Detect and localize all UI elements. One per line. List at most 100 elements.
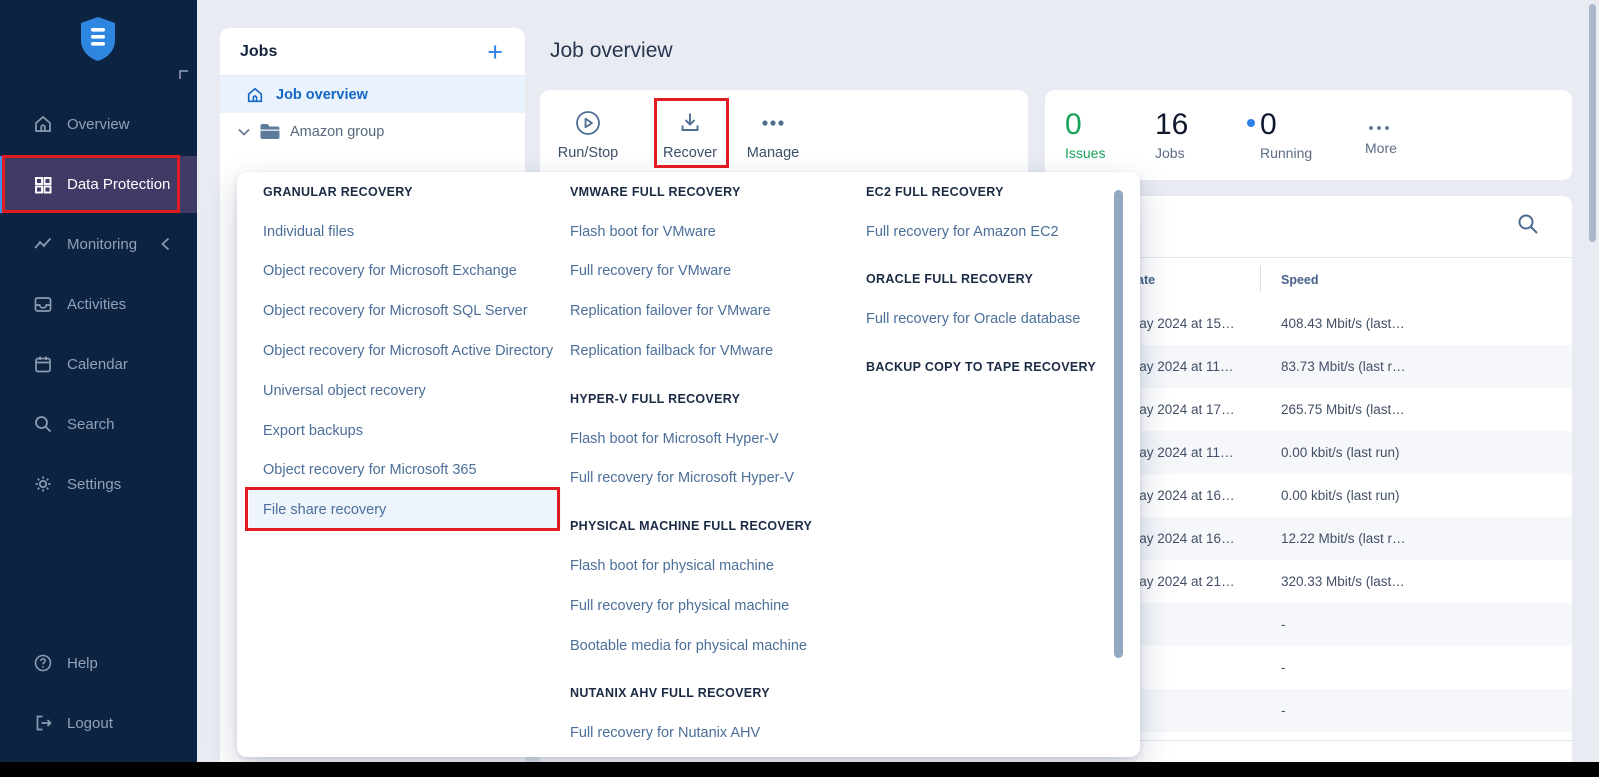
recover-menu-item[interactable]: Replication failback for VMware bbox=[570, 331, 862, 371]
recover-menu-item[interactable]: Object recovery for Microsoft SQL Server bbox=[263, 291, 565, 331]
cell-date: May 2024 at 17… bbox=[1128, 402, 1235, 417]
recover-menu-item[interactable]: Flash boot for Microsoft Hyper-V bbox=[570, 419, 862, 459]
recover-menu-item[interactable]: Individual files bbox=[263, 212, 565, 252]
sidebar-collapse-icon[interactable] bbox=[179, 70, 188, 79]
recover-menu-item[interactable]: Full recovery for VMware bbox=[570, 252, 862, 292]
recover-menu-column-granular: GRANULAR RECOVERYIndividual filesObject … bbox=[263, 172, 565, 530]
column-divider bbox=[1260, 266, 1261, 292]
sidebar-item-label: Logout bbox=[67, 715, 113, 732]
recover-menu-item[interactable]: Export backups bbox=[263, 411, 565, 451]
toolbar-card: Run/Stop Recover Manage bbox=[540, 90, 1028, 180]
running-status-dot bbox=[1247, 119, 1255, 127]
sidebar-item-monitoring[interactable]: Monitoring bbox=[0, 220, 197, 268]
cell-date: May 2024 at 21… bbox=[1128, 574, 1235, 589]
running-count: 0 bbox=[1260, 108, 1277, 141]
stat-more[interactable]: More bbox=[1365, 90, 1397, 180]
cell-speed: 0.00 kbit/s (last run) bbox=[1281, 445, 1400, 460]
chevron-down-icon[interactable] bbox=[238, 128, 250, 136]
shield-logo-icon bbox=[78, 16, 118, 62]
sidebar-item-label: Activities bbox=[67, 296, 126, 313]
recover-menu-item[interactable]: Full recovery for Amazon EC2 bbox=[866, 212, 1128, 252]
page-title: Job overview bbox=[550, 39, 673, 63]
sidebar-item-label: Help bbox=[67, 655, 98, 672]
manage-label: Manage bbox=[747, 145, 799, 161]
recover-menu-section-header: HYPER-V FULL RECOVERY bbox=[570, 379, 862, 419]
cell-speed: - bbox=[1281, 660, 1286, 675]
jobs-panel-title: Jobs bbox=[240, 43, 277, 61]
stats-card: 0 Issues 16 Jobs 0 Running More bbox=[1045, 90, 1572, 180]
sidebar-item-label: Monitoring bbox=[67, 236, 137, 253]
cell-date: May 2024 at 11… bbox=[1128, 445, 1234, 460]
recover-menu-section-header: PHYSICAL MACHINE FULL RECOVERY bbox=[570, 506, 862, 546]
recover-menu-item[interactable]: Full recovery for physical machine bbox=[570, 586, 862, 626]
recover-menu-item[interactable]: Flash boot for VMware bbox=[570, 212, 862, 252]
sidebar-item-help[interactable]: Help bbox=[0, 639, 197, 687]
sidebar-item-search[interactable]: Search bbox=[0, 400, 197, 448]
add-job-button[interactable]: + bbox=[487, 42, 503, 62]
issues-count: 0 bbox=[1065, 109, 1105, 141]
recover-menu-column-virtual: VMWARE FULL RECOVERYFlash boot for VMwar… bbox=[570, 172, 862, 753]
jobs-tree-item-amazon-group[interactable]: Amazon group bbox=[220, 113, 525, 150]
run-stop-label: Run/Stop bbox=[558, 145, 618, 161]
run-stop-button[interactable]: Run/Stop bbox=[540, 90, 636, 180]
recover-menu-item[interactable]: Full recovery for Microsoft Hyper-V bbox=[570, 459, 862, 499]
sidebar-item-overview[interactable]: Overview bbox=[0, 100, 197, 148]
recover-menu-item[interactable]: Full recovery for Oracle database bbox=[866, 299, 1128, 339]
manage-button[interactable]: Manage bbox=[725, 90, 821, 180]
folder-icon bbox=[259, 123, 281, 140]
recover-dropdown-menu: GRANULAR RECOVERYIndividual filesObject … bbox=[237, 172, 1140, 757]
running-label: Running bbox=[1260, 145, 1312, 161]
jobs-panel-header: Jobs + bbox=[220, 28, 525, 76]
sidebar: Overview Data Protection Monitoring bbox=[0, 0, 197, 762]
stat-issues[interactable]: 0 Issues bbox=[1065, 90, 1105, 180]
page-scrollbar-thumb[interactable] bbox=[1589, 4, 1596, 242]
jobs-tree-item-job-overview[interactable]: Job overview bbox=[220, 76, 525, 113]
annotation-box-data-protection bbox=[2, 155, 180, 213]
dropdown-scrollbar-thumb[interactable] bbox=[1114, 190, 1123, 658]
cell-speed: 0.00 kbit/s (last run) bbox=[1281, 488, 1400, 503]
sidebar-item-logout[interactable]: Logout bbox=[0, 699, 197, 747]
cell-speed: 83.73 Mbit/s (last r… bbox=[1281, 359, 1406, 374]
issues-label: Issues bbox=[1065, 145, 1105, 161]
recover-menu-item[interactable]: Flash boot for physical machine bbox=[570, 546, 862, 586]
recover-menu-item[interactable]: Object recovery for Microsoft Active Dir… bbox=[263, 331, 565, 371]
recover-menu-item[interactable]: Replication failover for VMware bbox=[570, 291, 862, 331]
cell-speed: 320.33 Mbit/s (last… bbox=[1281, 574, 1405, 589]
home-icon bbox=[33, 114, 53, 134]
play-circle-icon bbox=[575, 110, 601, 136]
sidebar-item-label: Search bbox=[67, 416, 115, 433]
cell-speed: 12.22 Mbit/s (last r… bbox=[1281, 531, 1406, 546]
recover-menu-column-cloud: EC2 FULL RECOVERYFull recovery for Amazo… bbox=[866, 172, 1128, 387]
annotation-box-recover bbox=[654, 98, 729, 168]
monitoring-icon bbox=[33, 234, 53, 254]
recover-menu-section-header: EC2 FULL RECOVERY bbox=[866, 172, 1128, 212]
jobs-label: Jobs bbox=[1155, 145, 1188, 161]
ellipsis-icon bbox=[758, 110, 788, 136]
recover-menu-item[interactable]: Full recovery for Nutanix AHV bbox=[570, 713, 862, 753]
chevron-left-icon[interactable] bbox=[161, 237, 170, 251]
cell-speed: - bbox=[1281, 703, 1286, 718]
cell-date: May 2024 at 16… bbox=[1128, 531, 1235, 546]
jobs-tree-item-label: Amazon group bbox=[290, 124, 384, 140]
recover-menu-item[interactable]: Bootable media for physical machine bbox=[570, 626, 862, 666]
cell-speed: - bbox=[1281, 617, 1286, 632]
stat-jobs[interactable]: 16 Jobs bbox=[1155, 90, 1188, 180]
sidebar-item-label: Calendar bbox=[67, 356, 128, 373]
recover-menu-item[interactable]: Object recovery for Microsoft 365 bbox=[263, 451, 565, 491]
recover-menu-item[interactable]: Universal object recovery bbox=[263, 371, 565, 411]
search-icon[interactable] bbox=[1516, 212, 1540, 236]
app-window: Overview Data Protection Monitoring bbox=[0, 0, 1599, 777]
window-bottom-edge bbox=[0, 762, 1599, 777]
column-header-speed[interactable]: Speed bbox=[1281, 273, 1319, 287]
sidebar-item-settings[interactable]: Settings bbox=[0, 460, 197, 508]
annotation-box-file-share-recovery bbox=[245, 487, 560, 531]
sidebar-item-calendar[interactable]: Calendar bbox=[0, 340, 197, 388]
sidebar-item-activities[interactable]: Activities bbox=[0, 280, 197, 328]
stat-running[interactable]: 0 Running bbox=[1260, 90, 1312, 180]
more-label: More bbox=[1365, 140, 1397, 156]
jobs-count: 16 bbox=[1155, 109, 1188, 141]
recover-menu-section-header: ORACLE FULL RECOVERY bbox=[866, 260, 1128, 300]
cell-speed: 408.43 Mbit/s (last… bbox=[1281, 316, 1405, 331]
sidebar-item-label: Settings bbox=[67, 476, 121, 493]
recover-menu-item[interactable]: Object recovery for Microsoft Exchange bbox=[263, 252, 565, 292]
